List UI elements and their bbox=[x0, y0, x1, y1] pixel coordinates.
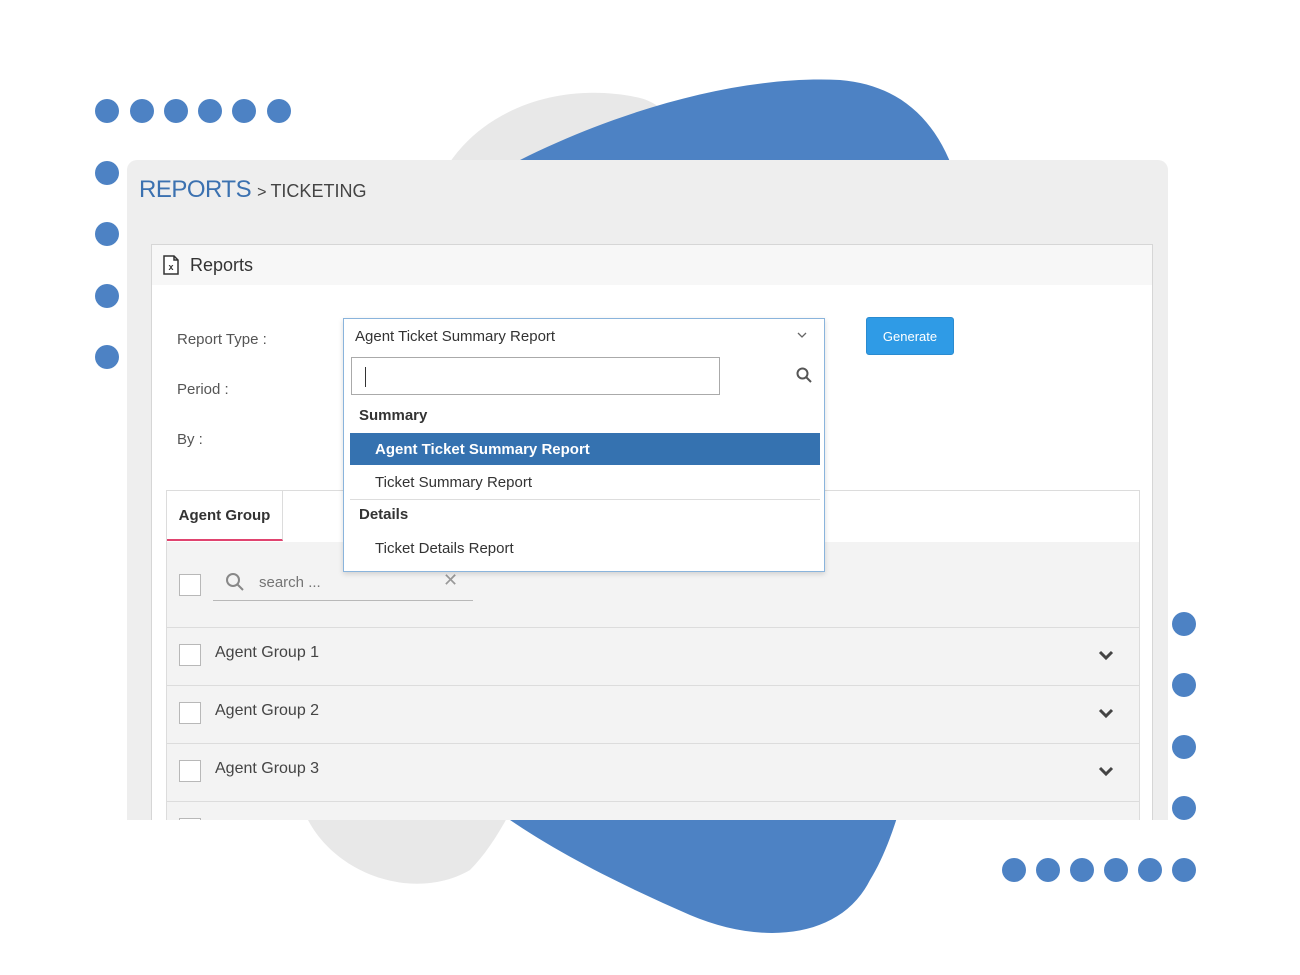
excel-file-icon: x bbox=[163, 255, 179, 275]
chevron-down-icon[interactable] bbox=[1097, 762, 1115, 780]
panel-header: x Reports bbox=[152, 245, 1152, 285]
search-icon bbox=[226, 573, 244, 591]
breadcrumb-reports-link[interactable]: REPORTS bbox=[139, 176, 252, 203]
clear-search-icon[interactable]: ✕ bbox=[443, 570, 458, 591]
chevron-down-icon[interactable] bbox=[796, 329, 808, 341]
breadcrumb: REPORTS > TICKETING bbox=[139, 176, 366, 204]
period-label: Period : bbox=[177, 381, 229, 398]
dropdown-divider bbox=[350, 499, 820, 500]
list-item[interactable]: Agent Group 1 bbox=[167, 628, 1139, 686]
chevron-down-icon[interactable] bbox=[1097, 646, 1115, 664]
list-item-label: Agent Group 2 bbox=[215, 702, 320, 719]
dropdown-group-summary: Summary bbox=[359, 407, 428, 424]
report-type-dropdown[interactable]: Agent Ticket Summary Report Summary Agen… bbox=[343, 318, 825, 572]
list-item-partial[interactable] bbox=[167, 802, 1139, 820]
dropdown-option-ticket-details[interactable]: Ticket Details Report bbox=[350, 532, 820, 564]
search-icon bbox=[796, 367, 812, 383]
row-checkbox[interactable] bbox=[179, 702, 201, 724]
panel-title: Reports bbox=[190, 254, 254, 275]
text-cursor bbox=[365, 367, 366, 387]
row-checkbox[interactable] bbox=[179, 644, 201, 666]
dropdown-option-agent-ticket-summary[interactable]: Agent Ticket Summary Report bbox=[350, 433, 820, 465]
list-search-input[interactable] bbox=[259, 574, 439, 591]
tab-agent-group[interactable]: Agent Group bbox=[167, 491, 283, 541]
list-item-label: Agent Group 3 bbox=[215, 760, 320, 777]
by-label: By : bbox=[177, 431, 203, 448]
list-item[interactable]: Agent Group 2 bbox=[167, 686, 1139, 744]
list-item-label: Agent Group 1 bbox=[215, 644, 320, 661]
row-checkbox[interactable] bbox=[179, 760, 201, 782]
agent-group-list: ✕ Agent Group 1 Agent Group 2 Agent Grou… bbox=[167, 542, 1139, 820]
dropdown-group-details: Details bbox=[359, 506, 409, 523]
dropdown-selected-value[interactable]: Agent Ticket Summary Report bbox=[355, 328, 555, 345]
list-item[interactable]: Agent Group 3 bbox=[167, 744, 1139, 802]
report-type-label: Report Type : bbox=[177, 331, 267, 348]
select-all-checkbox[interactable] bbox=[179, 574, 201, 596]
dropdown-option-ticket-summary[interactable]: Ticket Summary Report bbox=[350, 466, 820, 498]
breadcrumb-current: TICKETING bbox=[270, 181, 367, 201]
chevron-down-icon[interactable] bbox=[1097, 704, 1115, 722]
generate-button[interactable]: Generate bbox=[866, 317, 954, 355]
row-checkbox[interactable] bbox=[179, 818, 201, 820]
dropdown-search-input[interactable] bbox=[351, 357, 720, 395]
svg-text:x: x bbox=[168, 262, 173, 272]
breadcrumb-separator: > bbox=[257, 184, 267, 201]
